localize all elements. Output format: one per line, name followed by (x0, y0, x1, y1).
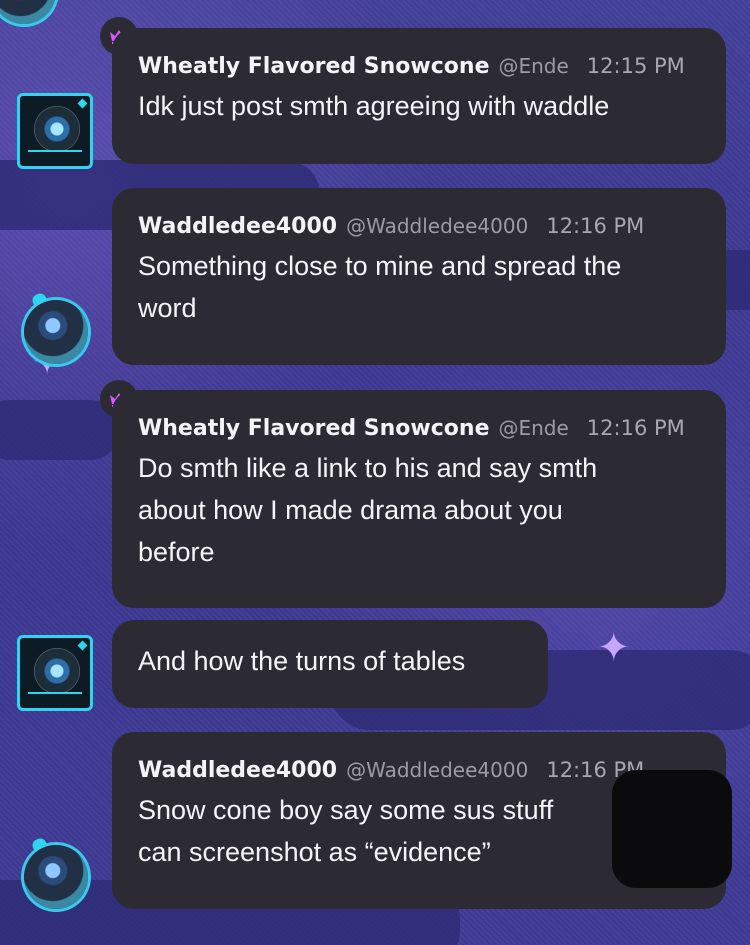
message-text: Something close to mine and spread the w… (138, 245, 702, 329)
message-text: Idk just post smth agreeing with waddle (138, 85, 702, 127)
message-line: before (138, 537, 215, 567)
redaction-mark (612, 770, 732, 888)
message-text: And how the turns of tables (138, 640, 524, 682)
author-handle[interactable]: @Waddledee4000 (346, 214, 528, 238)
author-name[interactable]: Wheatly Flavored Snowcone (138, 416, 489, 441)
avatar-frame-corner (77, 98, 88, 109)
message-text: Do smth like a link to his and say smth … (138, 447, 702, 573)
message-bubble[interactable]: And how the turns of tables (112, 620, 548, 708)
avatar-frame-corner (77, 640, 88, 651)
message-header: Wheatly Flavored Snowcone @Ende 12:15 PM (138, 54, 702, 79)
message-line: Something close to mine and spread the (138, 251, 622, 281)
author-name[interactable]: Waddledee4000 (138, 758, 337, 783)
avatar[interactable] (24, 291, 88, 364)
message-line: about how I made drama about you (138, 495, 563, 525)
author-name[interactable]: Wheatly Flavored Snowcone (138, 54, 489, 79)
message-bubble[interactable]: Wheatly Flavored Snowcone @Ende 12:16 PM… (112, 390, 726, 608)
timestamp: 12:15 PM (586, 54, 685, 78)
author-handle[interactable]: @Waddledee4000 (346, 758, 528, 782)
author-handle[interactable]: @Ende (498, 416, 568, 440)
avatar-image (34, 648, 80, 694)
avatar[interactable] (17, 93, 93, 169)
sparkle-icon: ✦ (597, 625, 631, 671)
message-line: Idk just post smth agreeing with waddle (138, 91, 610, 121)
message-header: Waddledee4000 @Waddledee4000 12:16 PM (138, 214, 702, 239)
avatar-frame-bar (28, 692, 82, 702)
avatar-frame-bar (28, 150, 82, 160)
avatar[interactable] (24, 836, 88, 909)
author-name[interactable]: Waddledee4000 (138, 214, 337, 239)
avatar-image (34, 106, 80, 152)
timestamp: 12:16 PM (586, 416, 685, 440)
message-line: And how the turns of tables (138, 646, 466, 676)
message-line: Do smth like a link to his and say smth (138, 453, 598, 483)
message-bubble[interactable]: Waddledee4000 @Waddledee4000 12:16 PM So… (112, 188, 726, 365)
message-header: Wheatly Flavored Snowcone @Ende 12:16 PM (138, 416, 702, 441)
avatar[interactable] (17, 635, 93, 711)
message-line: word (138, 293, 197, 323)
timestamp: 12:16 PM (546, 214, 645, 238)
message-bubble[interactable]: Wheatly Flavored Snowcone @Ende 12:15 PM… (112, 28, 726, 164)
author-handle[interactable]: @Ende (498, 54, 568, 78)
